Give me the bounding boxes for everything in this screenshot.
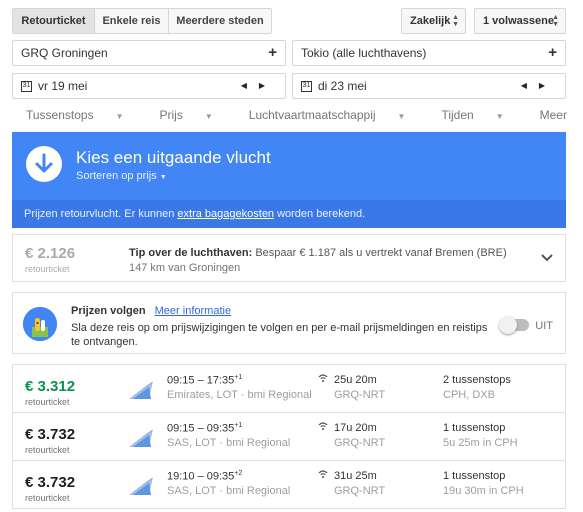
flight-stop-details: 19u 30m in CPH: [443, 485, 524, 497]
flight-price: € 3.312: [25, 378, 76, 395]
airline-logo-icon: [129, 429, 153, 447]
origin-field[interactable]: GRQ Groningen +: [12, 40, 286, 66]
sort-dropdown[interactable]: Sorteren op prijs ▼: [76, 170, 167, 182]
airline-logo-icon: [129, 477, 153, 495]
wifi-icon: [318, 422, 328, 430]
flight-price: € 3.732: [25, 426, 76, 443]
more-info-link[interactable]: Meer informatie: [155, 305, 231, 317]
flight-duration: 17u 20m: [334, 422, 377, 434]
arrow-down-icon: [26, 146, 62, 182]
toggle-state-label: UIT: [535, 320, 553, 332]
flight-route: GRQ-NRT: [334, 485, 386, 497]
flight-row[interactable]: € 3.732 retourticket 19:10 – 09:35+2 SAS…: [13, 461, 565, 509]
calendar-icon: 31: [21, 80, 32, 92]
filter-airline[interactable]: Luchtvaartmaatschappij ▼: [249, 108, 424, 122]
tip-text: Tip over de luchthaven: Bespaar € 1.187 …: [129, 247, 507, 259]
destination-field[interactable]: Tokio (alle luchthavens) +: [292, 40, 566, 66]
outbound-banner: Kies een uitgaande vlucht Sorteren op pr…: [12, 132, 566, 228]
flight-row[interactable]: € 3.312 retourticket 09:15 – 17:35+1 Emi…: [13, 365, 565, 413]
flight-duration: 31u 25m: [334, 470, 377, 482]
price-note: Prijzen retourvlucht. Er kunnen extra ba…: [12, 200, 566, 228]
caret-down-icon: ▼: [495, 112, 504, 121]
chevron-down-icon[interactable]: [541, 249, 553, 265]
filter-more[interactable]: Meer▼: [540, 108, 583, 122]
origin-value: GRQ Groningen: [21, 46, 108, 60]
caret-down-icon: ▼: [204, 112, 213, 121]
flight-airlines: SAS, LOT · bmi Regional: [167, 485, 291, 497]
flight-stops: 1 tussenstop: [443, 422, 506, 434]
wifi-icon: [318, 470, 328, 478]
tip-distance: 147 km van Groningen: [129, 262, 241, 274]
flight-airlines: Emirates, LOT · bmi Regional: [167, 389, 312, 401]
tracking-heading: Prijzen volgen Meer informatie: [71, 305, 232, 317]
banner-title: Kies een uitgaande vlucht: [76, 148, 271, 167]
date-nav-arrows[interactable]: ◀▶: [241, 81, 277, 90]
wifi-icon: [318, 374, 328, 382]
passengers-select[interactable]: 1 volwassene ▲ ▼: [474, 8, 566, 34]
cabin-class-value: Zakelijk: [410, 15, 451, 27]
flight-stops: 2 tussenstops: [443, 374, 511, 386]
flight-price: € 3.732: [25, 474, 76, 491]
baggage-fees-link[interactable]: extra bagagekosten: [177, 208, 274, 220]
flight-airlines: SAS, LOT · bmi Regional: [167, 437, 291, 449]
toggle-knob: [499, 316, 517, 334]
airport-tip-card[interactable]: € 2.126 retourticket Tip over de luchtha…: [12, 234, 566, 282]
select-arrows-icon: ▲ ▼: [452, 14, 459, 28]
return-date-value: di 23 mei: [318, 79, 367, 93]
filter-times[interactable]: Tijden ▼: [441, 108, 521, 122]
flight-results-list: € 3.312 retourticket 09:15 – 17:35+1 Emi…: [12, 364, 566, 509]
flight-stop-details: 5u 25m in CPH: [443, 437, 518, 449]
flight-price-type: retourticket: [25, 493, 70, 503]
flight-route: GRQ-NRT: [334, 437, 386, 449]
trip-type-multicity[interactable]: Meerdere steden: [169, 9, 271, 33]
flight-duration: 25u 20m: [334, 374, 377, 386]
flight-times: 19:10 – 09:35+2: [167, 470, 243, 483]
select-arrows-icon: ▲ ▼: [552, 14, 559, 28]
filter-stops[interactable]: Tussenstops ▼: [26, 108, 142, 122]
add-origin-button[interactable]: +: [268, 44, 277, 61]
filter-price[interactable]: Prijs ▼: [160, 108, 231, 122]
destination-value: Tokio (alle luchthavens): [301, 46, 427, 60]
flight-price-type: retourticket: [25, 397, 70, 407]
depart-date-field[interactable]: 31 vr 19 mei ◀▶: [12, 73, 286, 99]
caret-down-icon: ▼: [397, 112, 406, 121]
date-nav-arrows[interactable]: ◀▶: [521, 81, 557, 90]
trip-type-selector: Retourticket Enkele reis Meerdere steden: [12, 8, 272, 34]
trip-type-oneway[interactable]: Enkele reis: [95, 9, 169, 33]
flight-stop-details: CPH, DXB: [443, 389, 495, 401]
caret-down-icon: ▼: [159, 174, 167, 181]
filter-bar: Tussenstops ▼ Prijs ▼ Luchtvaartmaatschapp…: [26, 108, 583, 122]
flight-price-type: retourticket: [25, 445, 70, 455]
tracking-toggle[interactable]: [499, 316, 529, 334]
depart-date-value: vr 19 mei: [38, 79, 88, 93]
calendar-icon: 31: [301, 80, 312, 92]
flight-row[interactable]: € 3.732 retourticket 09:15 – 09:35+1 SAS…: [13, 413, 565, 461]
price-tracking-icon: [23, 307, 57, 341]
flight-route: GRQ-NRT: [334, 389, 386, 401]
price-tracking-card: Prijzen volgen Meer informatie Sla deze …: [12, 292, 566, 354]
tip-price: € 2.126: [25, 245, 76, 262]
caret-down-icon: ▼: [115, 112, 124, 121]
flight-times: 09:15 – 09:35+1: [167, 422, 243, 435]
flight-stops: 1 tussenstop: [443, 470, 506, 482]
flight-times: 09:15 – 17:35+1: [167, 374, 243, 387]
return-date-field[interactable]: 31 di 23 mei ◀▶: [292, 73, 566, 99]
airline-logo-icon: [129, 381, 153, 399]
tracking-description: Sla deze reis op om prijswijzigingen te …: [71, 322, 488, 348]
cabin-class-select[interactable]: Zakelijk ▲ ▼: [401, 8, 466, 34]
add-destination-button[interactable]: +: [548, 44, 557, 61]
tip-price-type: retourticket: [25, 264, 70, 274]
passengers-value: 1 volwassene: [483, 15, 554, 27]
trip-type-roundtrip[interactable]: Retourticket: [13, 9, 95, 33]
